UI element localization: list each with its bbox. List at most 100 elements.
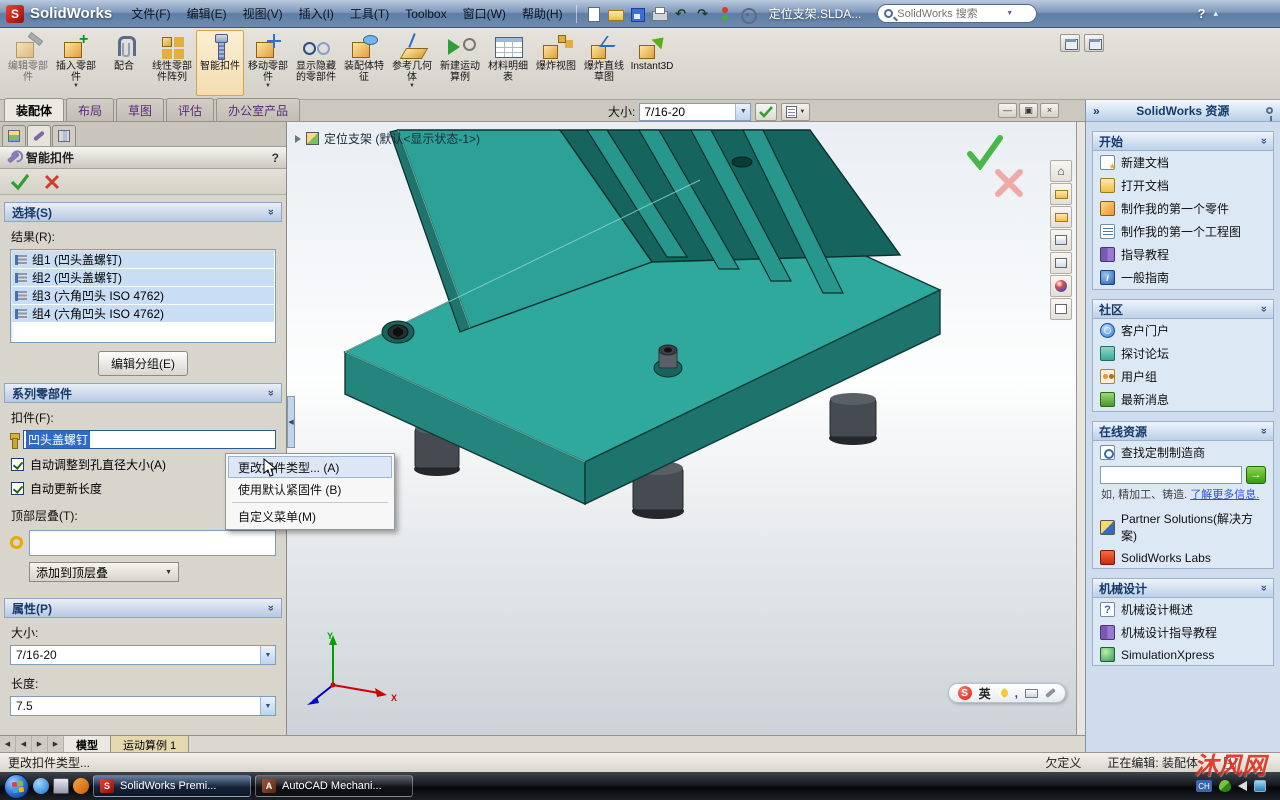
edit-group-button[interactable]: 编辑分组(E): [98, 351, 188, 376]
chevron-up-icon[interactable]: «: [265, 605, 277, 611]
fastener-input[interactable]: 凹头盖螺钉: [23, 430, 276, 449]
appearance-sphere-icon[interactable]: [1050, 275, 1072, 297]
chevron-up-icon[interactable]: «: [1258, 306, 1270, 312]
taskpane-item-open-document[interactable]: 打开文档: [1093, 174, 1273, 197]
expand-pane-icon[interactable]: »: [1093, 104, 1100, 118]
section-selection[interactable]: 选择(S) «: [4, 202, 282, 222]
menu-edit[interactable]: 编辑(E): [180, 2, 234, 25]
note-page-icon[interactable]: [1050, 298, 1072, 320]
punctuation-toggle[interactable]: ,: [1015, 686, 1018, 700]
menu-help[interactable]: 帮助(H): [515, 2, 570, 25]
menu-window[interactable]: 窗口(W): [456, 2, 513, 25]
ime-language-toggle[interactable]: 英: [979, 685, 991, 702]
section-header[interactable]: 在线资源 «: [1093, 422, 1273, 441]
taskpane-item-discussion-forum[interactable]: 探讨论坛: [1093, 342, 1273, 365]
section-properties[interactable]: 属性(P) «: [4, 598, 282, 618]
tab-office-products[interactable]: 办公室产品: [216, 98, 301, 121]
confirm-cancel-icon[interactable]: [994, 168, 1024, 198]
ribbon-button-explode-sketch[interactable]: 爆炸直线草图: [580, 30, 628, 96]
manufacturer-search-input[interactable]: [1100, 466, 1242, 484]
horizontal-scroll-track[interactable]: [189, 736, 1085, 752]
size-ok-button[interactable]: [755, 102, 778, 121]
taskpane-item-first-drawing[interactable]: 制作我的第一个工程图: [1093, 220, 1273, 243]
new-document-icon[interactable]: [583, 5, 603, 23]
taskpane-item-latest-news[interactable]: 最新消息: [1093, 388, 1273, 411]
help-icon[interactable]: ?: [1198, 6, 1206, 21]
taskpane-item-solidworks-labs[interactable]: SolidWorks Labs: [1093, 547, 1273, 568]
learn-more-link[interactable]: 了解更多信息.: [1190, 489, 1259, 501]
ribbon-button-mate[interactable]: 配合: [100, 30, 148, 96]
taskpane-item-partner-solutions[interactable]: Partner Solutions(解决方案): [1093, 507, 1273, 547]
taskpane-item-machine-design-tutorials[interactable]: 机械设计指导教程: [1093, 621, 1273, 644]
size-combo[interactable]: 7/16-20 ▼: [10, 645, 276, 665]
tab-assembly[interactable]: 装配体: [4, 98, 65, 121]
section-series-components[interactable]: 系列零部件 «: [4, 383, 282, 403]
document-label[interactable]: 定位支架 (默认<显示状态-1>): [295, 130, 480, 147]
ribbon-button-exploded-view[interactable]: 爆炸视图: [532, 30, 580, 96]
soft-keyboard-icon[interactable]: [1025, 688, 1038, 698]
size-toolbar-combo[interactable]: 7/16-20 ▼: [639, 102, 752, 121]
result-item[interactable]: 组2 (凹头盖螺钉): [12, 269, 274, 286]
doc-minimize-button[interactable]: —: [998, 103, 1017, 118]
configurationmanager-tab[interactable]: [52, 125, 76, 146]
combo-arrow-icon[interactable]: ▼: [260, 697, 275, 715]
taskpane-item-first-part[interactable]: 制作我的第一个零件: [1093, 197, 1273, 220]
chevron-up-icon[interactable]: «: [265, 390, 277, 396]
chevron-up-icon[interactable]: «: [1258, 138, 1270, 144]
taskpane-item-simulationxpress[interactable]: SimulationXpress: [1093, 644, 1273, 665]
result-item[interactable]: 组4 (六角凹头 ISO 4762): [12, 305, 274, 322]
tab-evaluate[interactable]: 评估: [166, 98, 215, 121]
language-indicator-icon[interactable]: CH: [1196, 780, 1212, 792]
menu-item-use-default-fastener[interactable]: 使用默认紧固件 (B): [228, 478, 392, 500]
display-pane-icon[interactable]: [1050, 252, 1072, 274]
ribbon-button-show-hidden[interactable]: 显示隐藏的零部件: [292, 30, 340, 96]
panel-splitter-handle[interactable]: ◀: [287, 396, 295, 448]
featuremanager-tab[interactable]: [2, 125, 26, 146]
tree-expander-icon[interactable]: [295, 134, 301, 143]
search-box[interactable]: ▼: [877, 4, 1038, 23]
chevron-up-icon[interactable]: «: [265, 209, 277, 215]
tab-scroll-next[interactable]: ▶: [32, 736, 48, 752]
taskpane-item-machine-design-overview[interactable]: ? 机械设计概述: [1093, 598, 1273, 621]
results-listbox[interactable]: 组1 (凹头盖螺钉) 组2 (凹头盖螺钉) 组3 (六角凹头 ISO 4762)…: [10, 249, 276, 343]
network-icon[interactable]: [1254, 780, 1266, 792]
ribbon-button-new-motion-study[interactable]: 新建运动算例: [436, 30, 484, 96]
combo-arrow-icon[interactable]: ▼: [260, 646, 275, 664]
ribbon-button-insert-component[interactable]: 插入零部件 ▼: [52, 30, 100, 96]
taskbar-app-autocad[interactable]: A AutoCAD Mechani...: [255, 775, 413, 797]
confirm-ok-icon[interactable]: [964, 134, 1004, 170]
chevron-up-icon[interactable]: «: [1258, 428, 1270, 434]
start-button[interactable]: [4, 773, 29, 799]
section-header[interactable]: 开始 «: [1093, 132, 1273, 151]
sogou-logo-icon[interactable]: S: [957, 686, 972, 700]
motion-study-tab[interactable]: 运动算例 1: [111, 736, 190, 752]
taskpane-item-find-manufacturer[interactable]: 查找定制制造商: [1093, 441, 1273, 464]
redo-icon[interactable]: ↷: [693, 5, 713, 23]
ribbon-button-smart-fastener[interactable]: 智能扣件: [196, 30, 244, 96]
taskpane-item-user-groups[interactable]: 用户组: [1093, 365, 1273, 388]
options-icon[interactable]: [737, 5, 757, 24]
doc-close-button[interactable]: ×: [1040, 103, 1059, 118]
graphics-viewport[interactable]: 定位支架 (默认<显示状态-1>) Y X S 英 , ⌂: [287, 122, 1076, 735]
taskbar-app-solidworks[interactable]: S SolidWorks Premi...: [93, 775, 251, 797]
menu-view[interactable]: 视图(V): [236, 2, 290, 25]
pm-cancel-button[interactable]: [44, 174, 60, 190]
collapse-menubar-icon[interactable]: ▴: [1213, 8, 1218, 19]
ribbon-button-linear-pattern[interactable]: 线性零部件阵列: [148, 30, 196, 96]
propertymanager-tab[interactable]: [27, 125, 51, 146]
search-input[interactable]: [897, 7, 1003, 20]
combo-arrow-icon[interactable]: ▼: [735, 103, 751, 120]
ime-settings-icon[interactable]: [1045, 687, 1056, 699]
quick-launch-browser-icon[interactable]: [33, 778, 49, 794]
tab-sketch[interactable]: 草图: [116, 98, 165, 121]
section-header[interactable]: 机械设计 «: [1093, 579, 1273, 598]
security-shield-icon[interactable]: [1219, 780, 1231, 792]
configuration-button[interactable]: ▼: [781, 102, 811, 121]
tab-scroll-last[interactable]: ▶: [48, 736, 64, 752]
quick-launch-show-desktop-icon[interactable]: [53, 778, 69, 794]
tab-scroll-first[interactable]: ◀: [0, 736, 16, 752]
quick-launch-media-icon[interactable]: [73, 778, 89, 794]
auto-size-checkbox[interactable]: [11, 458, 24, 471]
taskpane-item-tutorials[interactable]: 指导教程: [1093, 243, 1273, 266]
folder-icon[interactable]: [1050, 206, 1072, 228]
